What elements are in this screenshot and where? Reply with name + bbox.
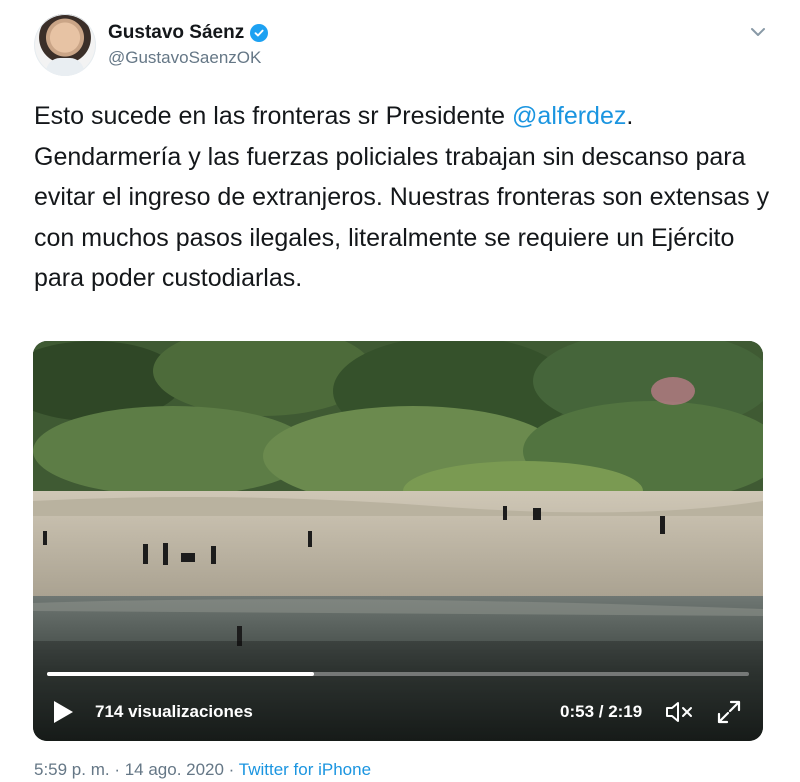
view-count: 714 visualizaciones [95,702,253,721]
video-controls: 714 visualizaciones 0:53 / 2:19 [33,691,763,731]
user-handle[interactable]: @GustavoSaenzOK [108,48,261,68]
display-name[interactable]: Gustavo Sáenz [108,22,244,44]
progress-fill [47,672,314,676]
tweet-text-rest: . Gendarmería y las fuerzas policiales t… [34,102,770,292]
chevron-down-icon[interactable] [748,22,768,42]
playback-time: 0:53 / 2:19 [560,702,643,721]
tweet-header: Gustavo Sáenz @GustavoSaenzOK [34,14,774,80]
fullscreen-icon[interactable] [715,698,743,726]
video-player[interactable]: 714 visualizaciones 0:53 / 2:19 [33,341,763,741]
name-row: Gustavo Sáenz [108,22,269,44]
timestamp[interactable]: 5:59 p. m. · 14 ago. 2020 · [34,760,239,779]
volume-muted-icon[interactable] [664,699,694,725]
tweet-text-start: Esto sucede en las fronteras sr Presiden… [34,102,513,130]
tweet-meta: 5:59 p. m. · 14 ago. 2020 · Twitter for … [34,760,371,780]
progress-bar[interactable] [47,672,749,676]
verified-badge-icon [250,24,269,42]
video-frame [33,341,763,741]
avatar[interactable] [34,14,96,76]
tweet-text: Esto sucede en las fronteras sr Presiden… [34,96,774,299]
source-link[interactable]: Twitter for iPhone [239,760,371,779]
mention-link[interactable]: @alferdez [512,102,626,130]
play-icon[interactable] [51,699,75,725]
